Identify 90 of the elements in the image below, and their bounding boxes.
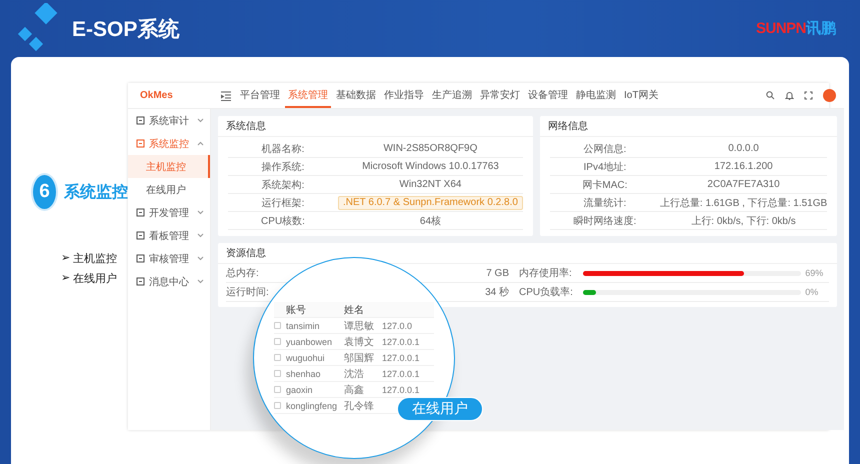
- row-checkbox[interactable]: [274, 402, 281, 409]
- nav-tab[interactable]: IoT网关: [621, 83, 662, 108]
- table-cell-text: 孔令锋: [344, 400, 375, 412]
- field-label: 系统架构:: [260, 178, 306, 192]
- nav-tab[interactable]: 平台管理: [237, 83, 283, 108]
- field-value: 34 秒: [485, 286, 509, 299]
- row-checkbox[interactable]: [274, 322, 281, 329]
- field-label: 操作系统:: [260, 160, 306, 174]
- menu-item-icon: [136, 254, 145, 263]
- field-label: 总内存:: [226, 266, 259, 280]
- table-cell-text: 高鑫: [344, 384, 365, 396]
- card-title: 网络信息: [540, 116, 838, 137]
- bullet-marker: ➢: [61, 271, 70, 286]
- row-checkbox[interactable]: [274, 386, 281, 393]
- callout-label: 在线用户: [397, 397, 483, 421]
- table-cell-text: 127.0.0.1: [382, 368, 421, 378]
- nav-tab[interactable]: 静电监测: [573, 83, 619, 108]
- meter-label: 内存使用率:: [519, 266, 573, 280]
- field-label: 机器名称:: [260, 142, 306, 156]
- table-cell-text: shenhao: [286, 368, 322, 378]
- menu-item-icon: [136, 208, 145, 217]
- brand-logo: SUNPN讯鹏: [756, 19, 836, 38]
- field-value: Microsoft Windows 10.0.17763: [362, 161, 499, 172]
- field-label: 网卡MAC:: [581, 178, 628, 192]
- menu-item-icon: [136, 277, 145, 286]
- field-label: CPU核数:: [260, 214, 306, 228]
- field-label: 公网信息:: [582, 142, 628, 156]
- field-label: 运行时间:: [226, 286, 269, 299]
- bullet-marker: ➢: [61, 251, 70, 266]
- sidebar-subitem[interactable]: 在线用户: [128, 178, 210, 201]
- table-cell-text: 127.0.0.1: [382, 384, 421, 394]
- bullet-text: 在线用户: [73, 272, 118, 286]
- sidebar-item[interactable]: 消息中心: [128, 270, 210, 293]
- field-value: 上行: 0kb/s, 下行: 0kb/s: [691, 214, 796, 228]
- nav-tab[interactable]: 设备管理: [525, 83, 571, 108]
- field-value: 上行总量: 1.61GB , 下行总量: 1.51GB: [660, 196, 828, 210]
- field-value: 172.16.1.200: [714, 161, 773, 172]
- table-cell-text: wuguohui: [286, 352, 326, 362]
- step-number-badge: 6: [31, 173, 58, 211]
- nav-tab[interactable]: 作业指导: [381, 83, 427, 108]
- table-cell-text: yuanbowen: [286, 336, 334, 346]
- column-header: 账号: [286, 304, 307, 316]
- menu-item-icon: [136, 139, 145, 148]
- sidebar-item[interactable]: 开发管理: [128, 201, 210, 224]
- field-label: IPv4地址:: [582, 160, 628, 174]
- table-cell-text: 谭思敏: [344, 320, 375, 332]
- row-checkbox[interactable]: [274, 354, 281, 361]
- field-label: 瞬时网络速度:: [572, 214, 638, 228]
- menu-fold-icon[interactable]: [221, 90, 231, 100]
- field-label: 流量统计:: [582, 196, 628, 210]
- table-cell-text: 127.0.0: [382, 320, 414, 330]
- menu-item-icon: [136, 116, 145, 125]
- field-value: Win32NT X64: [399, 179, 462, 190]
- search-icon[interactable]: [766, 91, 776, 100]
- nav-tab[interactable]: 生产追溯: [429, 83, 475, 108]
- card-title: 系统信息: [218, 116, 533, 137]
- table-cell-text: 沈浩: [344, 368, 365, 380]
- table-cell-text: 袁博文: [344, 336, 375, 348]
- meter-reading: 69%: [805, 268, 824, 278]
- sidebar-item[interactable]: 审核管理: [128, 247, 210, 270]
- bell-icon[interactable]: [785, 91, 794, 100]
- meter-label: CPU负载率:: [519, 286, 574, 299]
- avatar[interactable]: [823, 89, 836, 102]
- field-value: 64核: [420, 214, 442, 228]
- app-logo: OkMes: [128, 83, 211, 109]
- field-value: 2C0A7FE7A310: [707, 179, 780, 190]
- table-cell-text: tansimin: [286, 320, 321, 330]
- field-value: 0.0.0.0: [728, 143, 759, 154]
- bullet-text: 主机监控: [73, 252, 118, 266]
- row-checkbox[interactable]: [274, 338, 281, 345]
- nav-tab[interactable]: 异常安灯: [477, 83, 523, 108]
- table-cell-text: 127.0.0.1: [382, 336, 421, 346]
- version-tag: .NET 6.0.7 & Sunpn.Framework 0.2.8.0: [338, 196, 523, 210]
- table-cell-text: 邬国辉: [344, 352, 375, 364]
- table-cell-text: 127.0.0.1: [382, 352, 421, 362]
- field-value: 7 GB: [486, 268, 509, 278]
- meter-reading: 0%: [805, 287, 820, 297]
- table-cell-text: gaoxin: [286, 384, 314, 394]
- field-label: 运行框架:: [260, 196, 306, 210]
- nav-tab[interactable]: 基础数据: [333, 83, 379, 108]
- menu-item-icon: [136, 231, 145, 240]
- sidebar-item[interactable]: 看板管理: [128, 224, 210, 247]
- column-header: 姓名: [344, 304, 365, 316]
- row-checkbox[interactable]: [274, 370, 281, 377]
- slide-title: E-SOP系统: [72, 16, 180, 42]
- table-cell-text: konglingfeng: [286, 400, 338, 410]
- field-value: WIN-2S85OR8QF9Q: [383, 143, 478, 154]
- sidebar-item[interactable]: 系统审计: [128, 109, 210, 132]
- fullscreen-icon[interactable]: [804, 91, 814, 100]
- section-title: 系统监控: [64, 182, 128, 202]
